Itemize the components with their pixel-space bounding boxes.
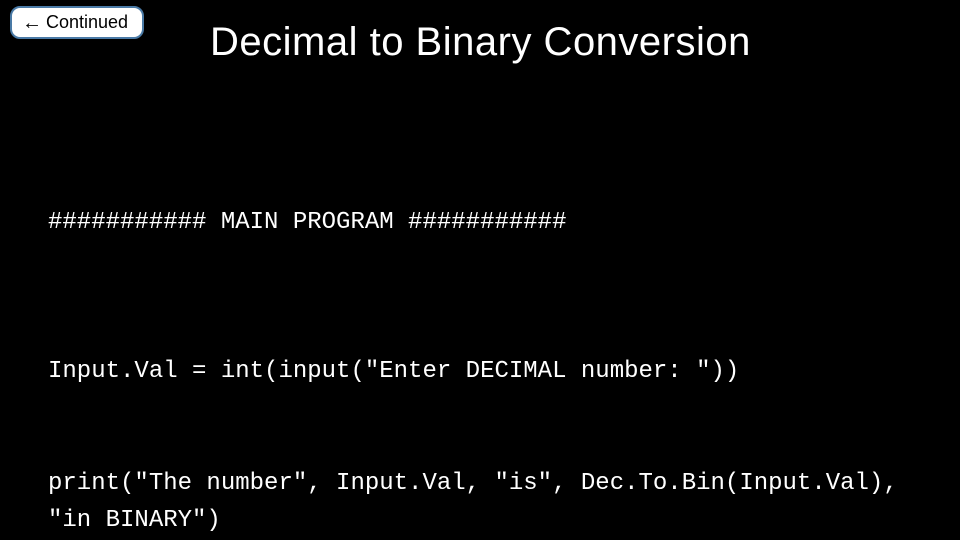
code-line: print("The number", Input.Val, "is", Dec…	[48, 465, 920, 539]
continued-badge: ← Continued	[10, 6, 144, 39]
arrow-left-icon: ←	[22, 13, 42, 33]
code-line: ########### MAIN PROGRAM ###########	[48, 204, 920, 241]
continued-label: Continued	[46, 12, 128, 33]
code-block: ########### MAIN PROGRAM ########### Inp…	[48, 130, 920, 540]
code-line: Input.Val = int(input("Enter DECIMAL num…	[48, 353, 920, 390]
page-title: Decimal to Binary Conversion	[210, 20, 751, 65]
